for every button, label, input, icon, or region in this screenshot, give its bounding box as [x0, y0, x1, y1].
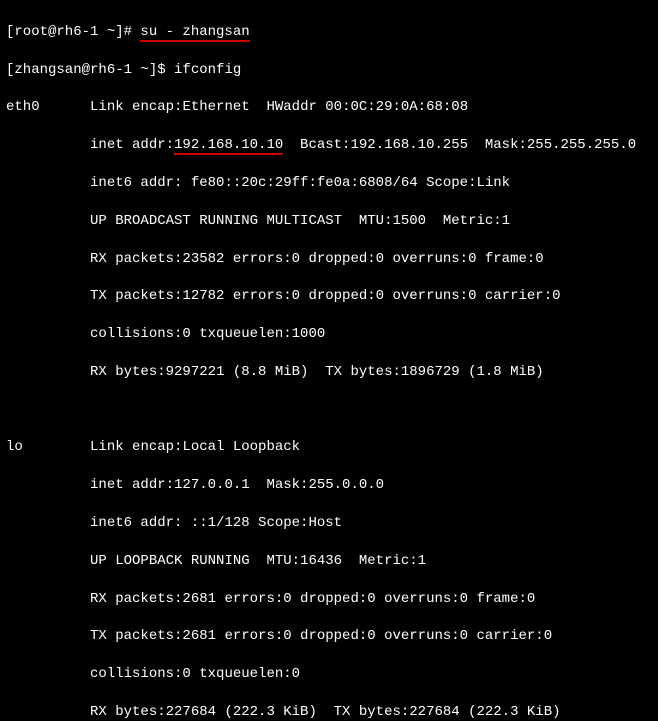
- lo-1-line7: collisions:0 txqueuelen:0: [6, 665, 652, 684]
- eth0-1-line5: RX packets:23582 errors:0 dropped:0 over…: [6, 250, 652, 269]
- eth0-1-line3: inet6 addr: fe80::20c:29ff:fe0a:6808/64 …: [6, 174, 652, 193]
- prompt-root: [root@rh6-1 ~]#: [6, 24, 140, 40]
- terminal-output: [root@rh6-1 ~]# su - zhangsan [zhangsan@…: [0, 0, 658, 721]
- eth0-1-line7: collisions:0 txqueuelen:1000: [6, 325, 652, 344]
- eth0-1-line1: eth0 Link encap:Ethernet HWaddr 00:0C:29…: [6, 98, 652, 117]
- iface-eth0: eth0: [6, 99, 40, 115]
- iface-lo: lo: [6, 439, 23, 455]
- eth0-1-line2: inet addr:192.168.10.10 Bcast:192.168.10…: [6, 136, 652, 155]
- eth0-1-line6: TX packets:12782 errors:0 dropped:0 over…: [6, 287, 652, 306]
- eth0-1-ip: 192.168.10.10: [174, 137, 283, 155]
- eth0-link: Link encap:Ethernet HWaddr 00:0C:29:0A:6…: [90, 99, 468, 115]
- blank-1: [6, 401, 652, 420]
- lo-1-line4: UP LOOPBACK RUNNING MTU:16436 Metric:1: [6, 552, 652, 571]
- lo-1-line1: lo Link encap:Local Loopback: [6, 438, 652, 457]
- lo-1-line5: RX packets:2681 errors:0 dropped:0 overr…: [6, 590, 652, 609]
- lo-1-line6: TX packets:2681 errors:0 dropped:0 overr…: [6, 627, 652, 646]
- lo-1-line2: inet addr:127.0.0.1 Mask:255.0.0.0: [6, 476, 652, 495]
- eth0-1-line8: RX bytes:9297221 (8.8 MiB) TX bytes:1896…: [6, 363, 652, 382]
- prompt-line-1[interactable]: [root@rh6-1 ~]# su - zhangsan: [6, 23, 652, 42]
- inet-label: inet addr:: [90, 137, 174, 153]
- cmd-su: su - zhangsan: [140, 24, 249, 42]
- prompt-line-2[interactable]: [zhangsan@rh6-1 ~]$ ifconfig: [6, 61, 652, 80]
- cmd-ifconfig-1: ifconfig: [174, 62, 241, 78]
- lo-1-line3: inet6 addr: ::1/128 Scope:Host: [6, 514, 652, 533]
- lo-1-line8: RX bytes:227684 (222.3 KiB) TX bytes:227…: [6, 703, 652, 721]
- prompt-user: [zhangsan@rh6-1 ~]$: [6, 62, 174, 78]
- eth0-1-bcast: Bcast:192.168.10.255 Mask:255.255.255.0: [283, 137, 636, 153]
- eth0-1-line4: UP BROADCAST RUNNING MULTICAST MTU:1500 …: [6, 212, 652, 231]
